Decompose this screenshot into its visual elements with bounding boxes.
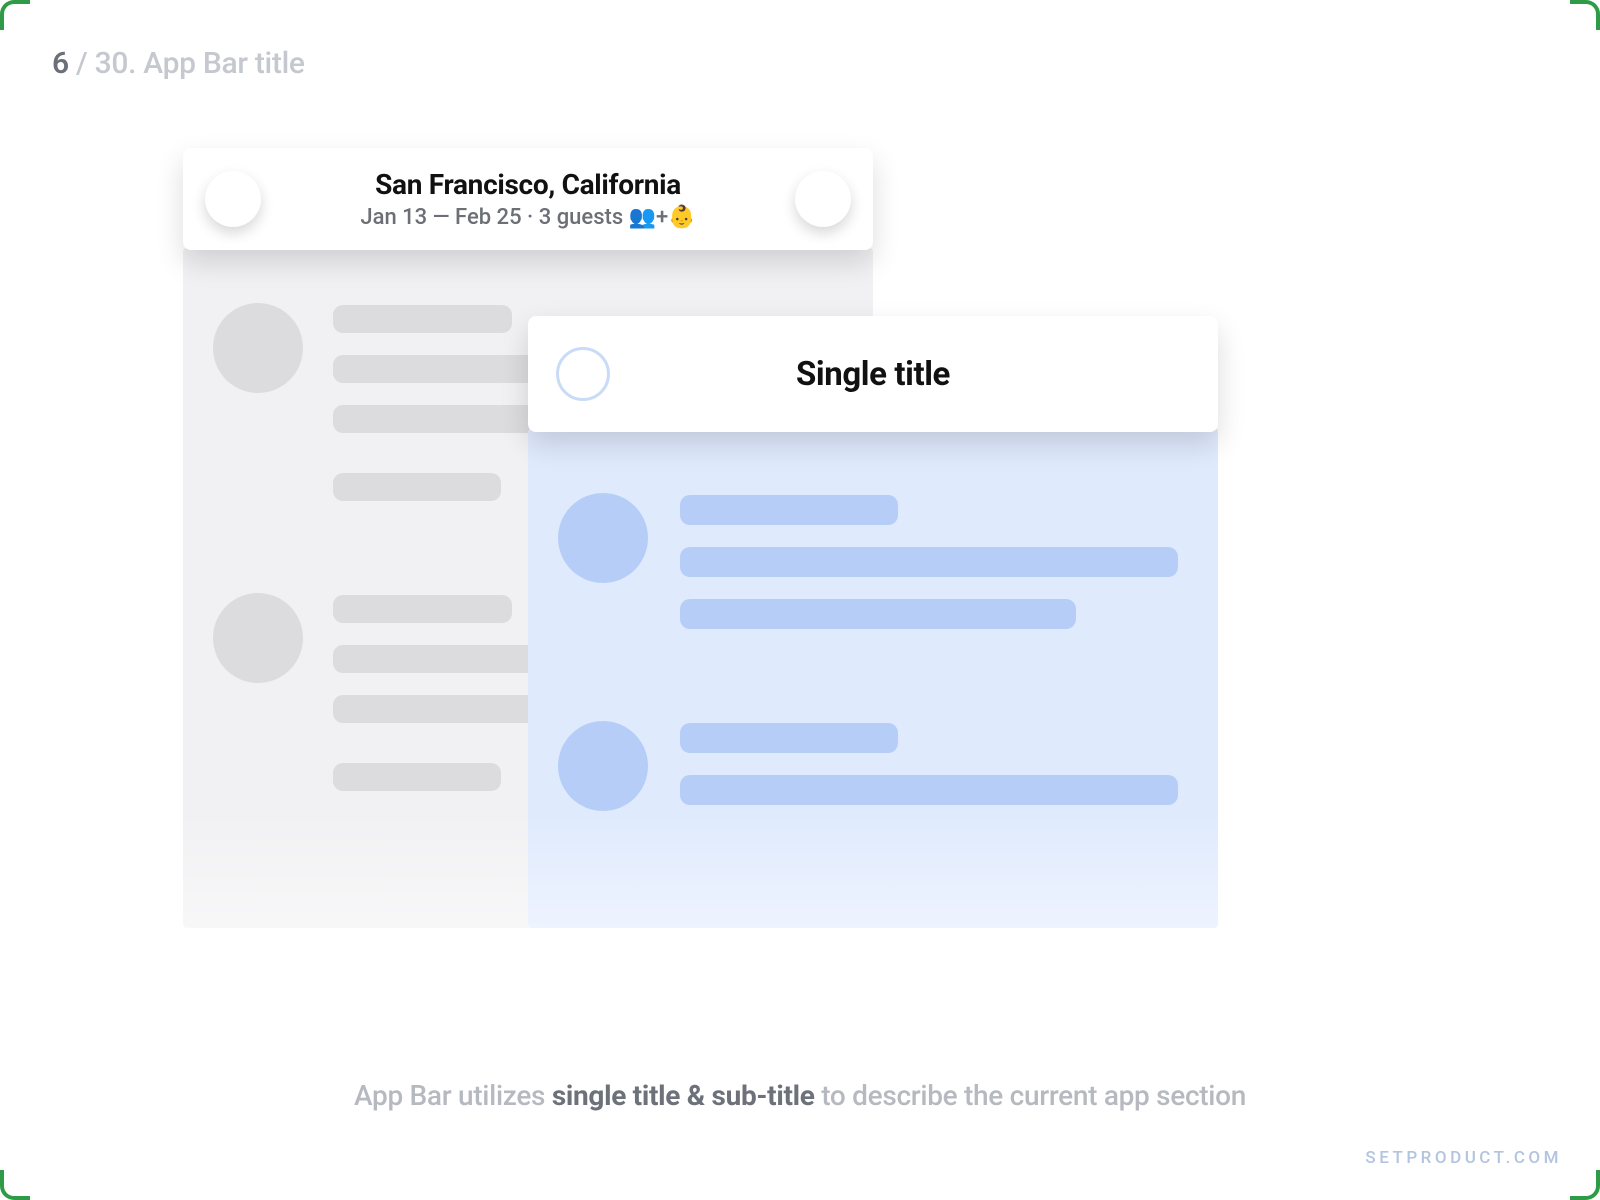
text-placeholder	[333, 305, 512, 333]
text-placeholder	[333, 763, 501, 791]
text-placeholder	[680, 495, 898, 525]
slide-frame: 6 / 30. App Bar title	[8, 8, 1592, 1192]
app-bar-single-title: Single title	[528, 316, 1218, 432]
list-item	[558, 721, 1188, 827]
text-placeholder	[333, 473, 501, 501]
watermark: SETPRODUCT.COM	[1365, 1148, 1562, 1168]
text-placeholder	[680, 547, 1178, 577]
breadcrumb-sep: /	[69, 46, 95, 81]
app-bar-subtitle: Jan 13 — Feb 25 · 3 guests 👥+👶	[261, 205, 795, 230]
avatar-placeholder	[213, 303, 303, 393]
list-item	[558, 493, 1188, 651]
breadcrumb-index: 6	[52, 46, 69, 81]
app-bar-title: San Francisco, California	[261, 168, 795, 201]
text-placeholder-group	[680, 721, 1188, 827]
nav-back-button[interactable]	[205, 171, 261, 227]
text-placeholder	[333, 595, 512, 623]
text-placeholder	[680, 775, 1178, 805]
mock-panel-blue	[528, 428, 1218, 928]
nav-back-button[interactable]	[556, 347, 610, 401]
breadcrumb: 6 / 30. App Bar title	[52, 46, 305, 81]
text-placeholder	[680, 723, 898, 753]
text-placeholder-group	[680, 493, 1188, 651]
caption-text: App Bar utilizes	[354, 1079, 552, 1112]
app-bar-title: Single title	[610, 355, 1190, 394]
avatar-placeholder	[558, 493, 648, 583]
skeleton-list	[528, 428, 1218, 827]
slide-caption: App Bar utilizes single title & sub-titl…	[8, 1079, 1592, 1112]
app-bar-title-group: San Francisco, California Jan 13 — Feb 2…	[261, 168, 795, 230]
breadcrumb-title: 30. App Bar title	[95, 46, 305, 81]
avatar-placeholder	[213, 593, 303, 683]
action-button[interactable]	[795, 171, 851, 227]
app-bar-with-subtitle: San Francisco, California Jan 13 — Feb 2…	[183, 148, 873, 250]
avatar-placeholder	[558, 721, 648, 811]
caption-text: to describe the current app section	[815, 1079, 1246, 1112]
caption-emphasis: single title & sub-title	[552, 1079, 815, 1112]
text-placeholder	[680, 599, 1076, 629]
